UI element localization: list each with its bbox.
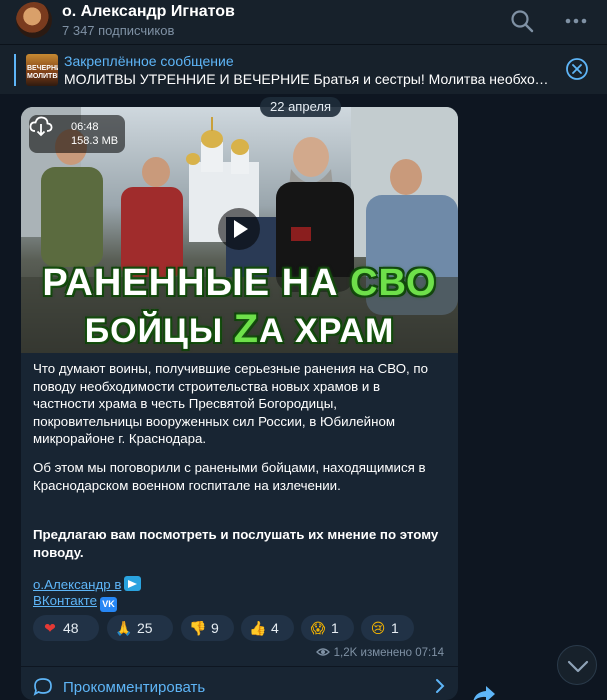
subscriber-count: 7 347 подписчиков — [62, 23, 175, 38]
video-preview[interactable]: 06:48 158.3 MB РАНЕННЫЕ НА СВО БОЙЦЫ ZА … — [21, 107, 458, 353]
channel-title[interactable]: о. Александр Игнатов — [62, 3, 235, 21]
video-file-size: 158.3 MB — [71, 135, 119, 147]
video-overlay-title-1: РАНЕННЫЕ НА СВО — [42, 262, 437, 304]
pray-icon: 🙏 — [115, 621, 133, 637]
channel-avatar[interactable] — [16, 2, 52, 38]
chevron-right-icon — [436, 679, 445, 693]
close-circle-icon[interactable] — [565, 57, 589, 81]
telegram-icon — [124, 576, 142, 591]
eye-icon — [316, 648, 331, 656]
chevron-down-icon — [567, 660, 589, 673]
pinned-accent-bar — [14, 54, 16, 86]
post-paragraph-2: Об этом мы поговорили с ранеными бойцами… — [33, 460, 426, 493]
pinned-thumb-caption: ВЕЧЕРНИЕ МОЛИТВЫ — [27, 65, 58, 80]
scream-icon: 😱 — [310, 621, 326, 637]
edited-time: изменено 07:14 — [360, 647, 444, 659]
comment-bubble-icon — [33, 678, 52, 696]
pinned-text: МОЛИТВЫ УТРЕННИЕ И ВЕЧЕРНИЕ Братья и сес… — [64, 71, 556, 87]
thumbs-down-icon: 👎 — [189, 621, 207, 637]
more-dots-icon[interactable] — [563, 8, 589, 34]
video-overlay-title-2: БОЙЦЫ ZА ХРАМ — [84, 307, 395, 351]
telegram-link[interactable]: о.Александр в — [33, 576, 142, 592]
reaction-thumbs-down[interactable]: 👎 9 — [181, 615, 234, 641]
play-button[interactable] — [218, 208, 260, 250]
date-separator: 22 апреля — [260, 97, 341, 117]
channel-post: 06:48 158.3 MB РАНЕННЫЕ НА СВО БОЙЦЫ ZА … — [21, 107, 458, 700]
channel-header: о. Александр Игнатов 7 347 подписчиков — [0, 0, 607, 44]
cloud-download-icon — [29, 116, 53, 137]
reaction-scream[interactable]: 😱 1 — [301, 615, 354, 641]
scroll-down-button[interactable] — [557, 645, 597, 685]
vk-icon: VK — [100, 597, 117, 612]
heart-icon: ❤ — [44, 621, 56, 637]
reaction-cry[interactable]: 😢 1 — [361, 615, 414, 641]
cry-icon: 😢 — [370, 621, 386, 637]
share-icon[interactable] — [470, 680, 498, 700]
comment-button[interactable]: Прокомментировать — [21, 667, 458, 700]
view-count: 1,2K — [333, 647, 358, 659]
search-icon[interactable] — [509, 8, 535, 34]
pinned-title: Закреплённое сообщение — [64, 53, 234, 69]
vk-link[interactable]: ВКонтакте VK — [33, 593, 117, 612]
reaction-pray[interactable]: 🙏 25 — [107, 615, 173, 641]
reaction-thumbs-up[interactable]: 👍 4 — [241, 615, 294, 641]
pinned-thumbnail: ВЕЧЕРНИЕ МОЛИТВЫ — [26, 54, 58, 86]
pinned-message-bar[interactable]: ВЕЧЕРНИЕ МОЛИТВЫ Закреплённое сообщение … — [0, 44, 607, 94]
comment-label: Прокомментировать — [63, 679, 206, 696]
thumbs-up-icon: 👍 — [249, 621, 267, 637]
post-meta: 1,2K изменено 07:14 — [316, 647, 444, 659]
post-paragraph-1: Что думают воины, получившие серьезные р… — [33, 361, 429, 446]
reaction-heart[interactable]: ❤ 48 — [33, 615, 99, 641]
post-paragraph-3: Предлагаю вам посмотреть и послушать их … — [33, 527, 439, 560]
video-duration: 06:48 — [71, 121, 99, 133]
download-badge[interactable]: 06:48 158.3 MB — [29, 115, 125, 153]
